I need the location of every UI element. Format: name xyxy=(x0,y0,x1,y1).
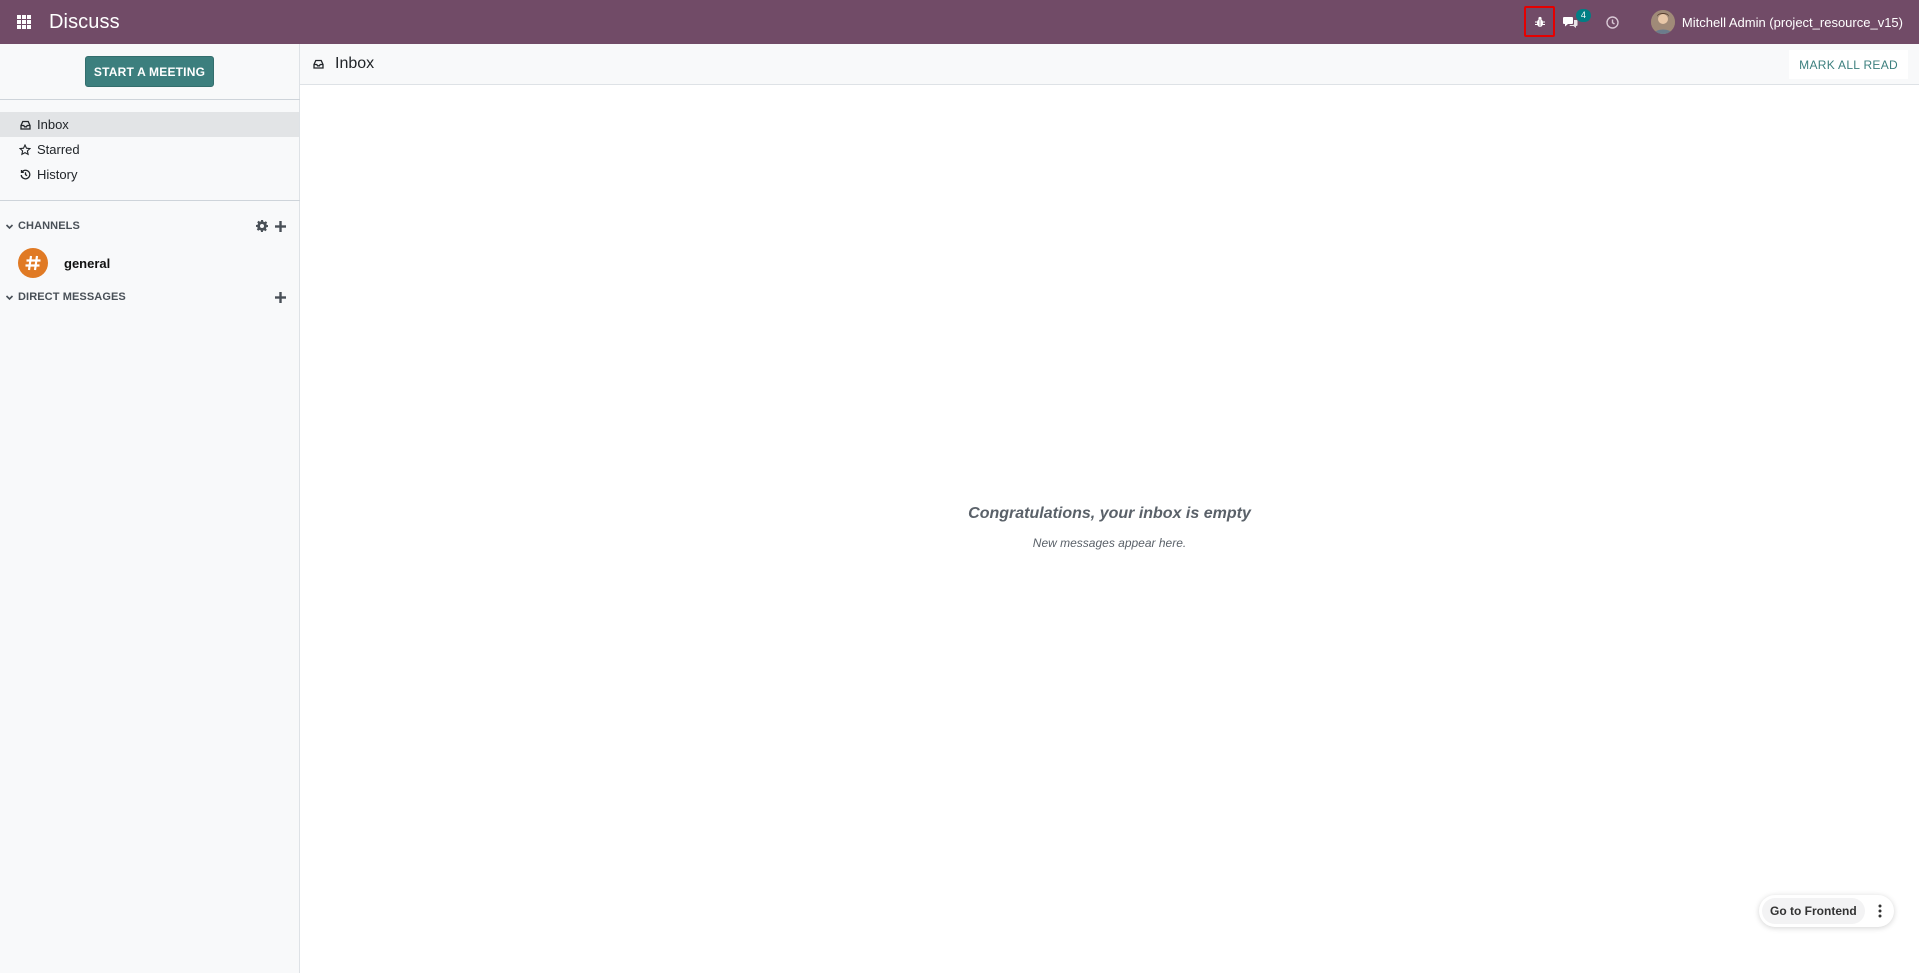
category-label: DIRECT MESSAGES xyxy=(18,291,126,303)
thread-header: Inbox MARK ALL READ xyxy=(300,44,1919,85)
channel-name: general xyxy=(64,255,111,271)
sidebar-divider xyxy=(0,99,300,100)
discuss-sidebar: START A MEETING Inbox Starred History CH… xyxy=(0,44,300,973)
chevron-down-icon xyxy=(5,293,15,302)
empty-state-subtitle: New messages appear here. xyxy=(1032,536,1187,550)
more-options-button[interactable] xyxy=(1869,898,1891,924)
category-label: CHANNELS xyxy=(18,220,80,232)
category-channels[interactable]: CHANNELS xyxy=(0,216,299,236)
category-direct-messages[interactable]: DIRECT MESSAGES xyxy=(0,287,299,307)
user-menu[interactable]: Mitchell Admin (project_resource_v15) xyxy=(1639,0,1919,44)
channel-settings-button[interactable] xyxy=(256,220,268,232)
inbox-icon xyxy=(313,58,325,70)
grid-icon xyxy=(17,15,31,29)
plus-icon xyxy=(274,220,286,232)
sidebar-divider xyxy=(0,200,300,201)
clock-icon xyxy=(1606,15,1620,29)
sidebar-item-label: History xyxy=(37,167,78,182)
chevron-down-icon xyxy=(5,222,15,231)
hash-icon xyxy=(18,248,48,278)
vertical-ellipsis-icon xyxy=(1878,904,1882,918)
systray: 4 Mitchell Admin (project_resource_v15) xyxy=(1555,0,1919,44)
plus-icon xyxy=(274,291,286,303)
sidebar-item-history[interactable]: History xyxy=(0,162,299,187)
gear-icon xyxy=(256,220,268,232)
sidebar-item-starred[interactable]: Starred xyxy=(0,137,299,162)
add-direct-message-button[interactable] xyxy=(274,291,286,303)
messaging-menu-button[interactable]: 4 xyxy=(1555,0,1591,44)
empty-state-title: Congratulations, your inbox is empty xyxy=(968,505,1251,522)
message-count-badge: 4 xyxy=(1575,9,1591,22)
user-name: Mitchell Admin (project_resource_v15) xyxy=(1681,14,1903,30)
history-icon xyxy=(19,169,31,181)
activity-menu-button[interactable] xyxy=(1597,0,1629,44)
frontend-toolbar: Go to Frontend xyxy=(1759,895,1894,927)
app-title[interactable]: Discuss xyxy=(49,11,120,34)
inbox-icon xyxy=(19,119,31,131)
go-to-frontend-button[interactable]: Go to Frontend xyxy=(1762,898,1865,924)
star-icon xyxy=(19,143,31,156)
sidebar-item-label: Inbox xyxy=(37,117,69,132)
sidebar-item-label: Starred xyxy=(37,142,80,157)
thread-view: Inbox MARK ALL READ Congratulations, you… xyxy=(300,44,1919,973)
sidebar-item-inbox[interactable]: Inbox xyxy=(0,112,299,137)
thread-title: Inbox xyxy=(335,55,375,72)
app-menu-button[interactable] xyxy=(0,0,48,44)
top-navbar: Discuss 4 Mitchell Admin (project_resour… xyxy=(0,0,1919,44)
mark-all-read-button[interactable]: MARK ALL READ xyxy=(1789,50,1908,79)
bug-icon xyxy=(1534,16,1545,27)
channel-item-general[interactable]: general xyxy=(0,246,299,280)
debug-button[interactable] xyxy=(1524,6,1555,37)
add-channel-button[interactable] xyxy=(274,220,286,232)
start-meeting-button[interactable]: START A MEETING xyxy=(85,56,214,87)
avatar xyxy=(1650,10,1675,34)
